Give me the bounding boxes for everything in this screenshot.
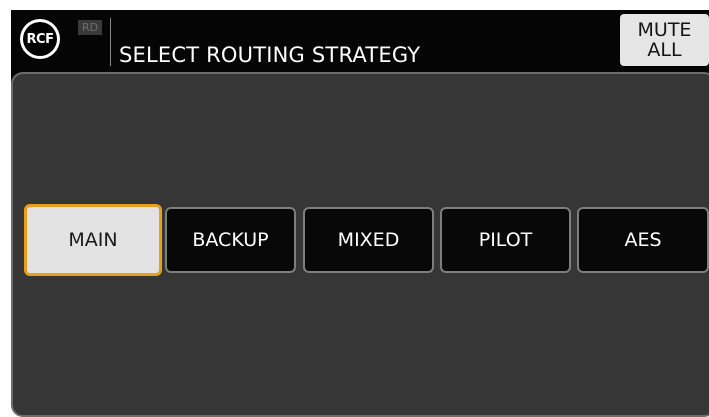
strategy-button-backup[interactable]: BACKUP — [165, 207, 296, 273]
strategy-button-pilot[interactable]: PILOT — [440, 207, 571, 273]
header-divider — [110, 18, 111, 66]
mute-all-label-line2: ALL — [647, 39, 682, 61]
mute-all-label-line1: MUTE — [637, 19, 692, 41]
page-title: SELECT ROUTING STRATEGY — [119, 43, 421, 67]
strategy-button-label: PILOT — [478, 229, 533, 251]
strategy-button-mixed[interactable]: MIXED — [303, 207, 434, 273]
strategy-button-aes[interactable]: AES — [577, 207, 709, 273]
rcf-logo-text: RCF — [23, 22, 57, 56]
strategy-button-label: AES — [624, 229, 662, 251]
strategy-button-main[interactable]: MAIN — [24, 204, 162, 276]
rcf-logo: RCF — [20, 19, 60, 59]
strategy-button-label: MIXED — [337, 229, 400, 251]
rd-badge: RD — [78, 20, 102, 35]
mute-all-button[interactable]: MUTE ALL — [620, 14, 709, 66]
strategy-button-label: BACKUP — [192, 229, 269, 251]
strategy-button-label: MAIN — [68, 229, 118, 251]
